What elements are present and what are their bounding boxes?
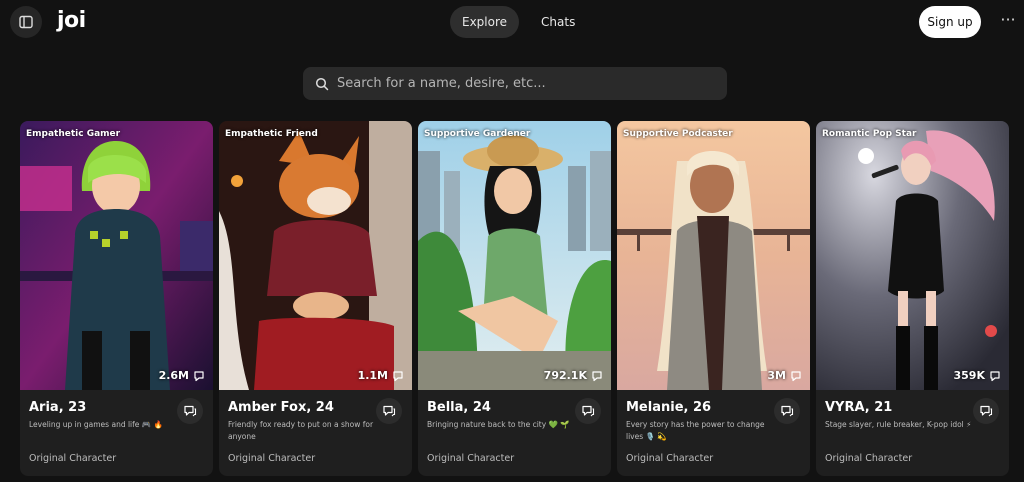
tab-chats[interactable]: Chats: [529, 6, 587, 38]
search-icon: [315, 77, 329, 90]
sidebar-panel-icon: [19, 15, 33, 29]
chat-count: 3M: [767, 369, 802, 382]
signup-button[interactable]: Sign up: [919, 6, 981, 38]
chat-count-value: 2.6M: [158, 369, 189, 382]
search-input[interactable]: [337, 76, 707, 91]
chat-count-value: 792.1K: [543, 369, 587, 382]
character-card-vyra[interactable]: Romantic Pop Star 359K VYRA, 21 Stage sl…: [816, 121, 1009, 476]
chat-bubble-icon: [592, 370, 602, 381]
character-card-bella[interactable]: Supportive Gardener 792.1K Bella, 24 Bri…: [418, 121, 611, 476]
sidebar-toggle-button[interactable]: [10, 6, 42, 38]
character-name: Bella, 24: [427, 400, 491, 415]
chat-count-value: 3M: [767, 369, 786, 382]
chat-bubble-icon: [194, 370, 204, 381]
character-type: Original Character: [29, 453, 117, 464]
search-bar[interactable]: [303, 67, 727, 100]
character-image: Empathetic Gamer 2.6M: [20, 121, 213, 390]
character-type: Original Character: [825, 453, 913, 464]
chat-count: 2.6M: [159, 369, 205, 382]
character-card-melanie[interactable]: Supportive Podcaster 3M Melanie, 26 Ever…: [617, 121, 810, 476]
character-card-amber-fox[interactable]: Empathetic Friend 1.1M Amber Fox, 24 Fri…: [219, 121, 412, 476]
chat-count-value: 359K: [953, 369, 986, 382]
character-name: Aria, 23: [29, 400, 87, 415]
chat-count: 1.1M: [358, 369, 404, 382]
chat-count: 792.1K: [544, 369, 603, 382]
character-description: Every story has the power to change live…: [626, 420, 765, 441]
character-image: Supportive Gardener 792.1K: [418, 121, 611, 390]
chat-count: 359K: [954, 369, 1002, 382]
character-type: Original Character: [228, 453, 316, 464]
character-description: Leveling up in games and life 🎮 🔥: [29, 420, 163, 429]
main-nav: Explore Chats: [450, 6, 587, 38]
app-logo[interactable]: joi: [57, 8, 86, 33]
character-type: Original Character: [626, 453, 714, 464]
character-category: Supportive Gardener: [424, 129, 531, 139]
character-category: Romantic Pop Star: [822, 129, 917, 139]
character-image: Empathetic Friend 1.1M: [219, 121, 412, 390]
character-type: Original Character: [427, 453, 515, 464]
chat-bubble-icon: [791, 370, 801, 381]
character-category: Supportive Podcaster: [623, 129, 733, 139]
character-category: Empathetic Friend: [225, 129, 318, 139]
tab-explore[interactable]: Explore: [450, 6, 520, 38]
chat-icon: [980, 405, 993, 417]
character-category: Empathetic Gamer: [26, 129, 121, 139]
character-description: Friendly fox ready to put on a show for …: [228, 420, 374, 441]
chat-icon: [184, 405, 197, 417]
chat-bubble-icon: [990, 370, 1000, 381]
chat-bubble-icon: [393, 370, 403, 381]
character-description: Stage slayer, rule breaker, K-pop idol ⚡: [825, 420, 972, 429]
chat-icon: [383, 405, 396, 417]
character-description: Bringing nature back to the city 💚 🌱: [427, 420, 570, 429]
character-name: Melanie, 26: [626, 400, 712, 415]
more-options-icon[interactable]: ···: [998, 10, 1018, 34]
chat-icon: [582, 405, 595, 417]
character-image: Romantic Pop Star 359K: [816, 121, 1009, 390]
character-card-aria[interactable]: Empathetic Gamer 2.6M Aria, 23 Leveling …: [20, 121, 213, 476]
character-name: VYRA, 21: [825, 400, 893, 415]
character-grid: Empathetic Gamer 2.6M Aria, 23 Leveling …: [20, 121, 1009, 476]
chat-icon: [781, 405, 794, 417]
character-image: Supportive Podcaster 3M: [617, 121, 810, 390]
character-name: Amber Fox, 24: [228, 400, 334, 415]
chat-count-value: 1.1M: [357, 369, 388, 382]
